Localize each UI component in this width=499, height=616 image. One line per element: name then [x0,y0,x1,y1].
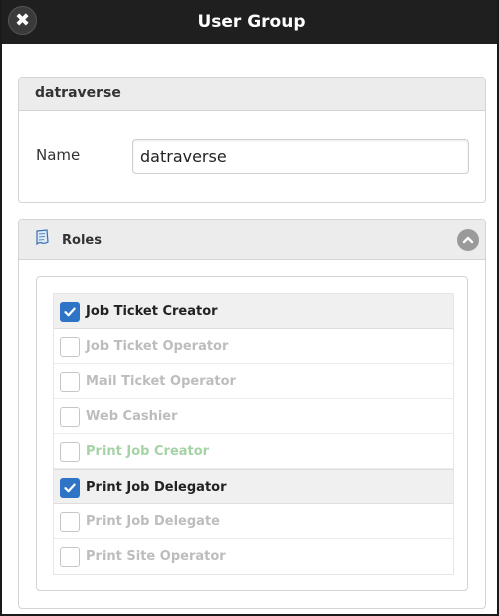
role-row[interactable]: Mail Ticket Operator [54,364,453,399]
role-row[interactable]: Print Job Delegator [54,469,453,504]
group-name-heading: datraverse [35,85,121,101]
collapse-button[interactable] [457,229,479,251]
role-label: Job Ticket Operator [86,339,229,354]
dialog-title: User Group [197,12,306,32]
role-checkbox[interactable] [60,337,80,357]
chevron-up-icon [462,236,474,244]
checkmark-icon [64,483,76,493]
role-checkbox[interactable] [60,442,80,462]
group-panel: datraverse Name [18,77,486,203]
role-label: Print Job Creator [86,444,210,459]
role-label: Web Cashier [86,409,178,424]
role-label: Print Job Delegate [86,514,220,529]
role-row[interactable]: Print Job Creator [54,434,453,469]
role-list: Job Ticket Creator Job Ticket Operator Mai… [53,293,454,575]
roles-container: Job Ticket Creator Job Ticket Operator Mai… [36,276,468,591]
roles-panel-header[interactable]: Roles [19,220,485,260]
role-checkbox[interactable] [60,547,80,567]
role-label: Print Job Delegator [86,480,227,495]
roles-document-icon [36,229,49,246]
roles-panel: Roles Job Ticket Creator Job Ticket Opera… [18,219,486,609]
role-checkbox[interactable] [60,512,80,532]
roles-title: Roles [62,233,102,248]
role-checkbox[interactable] [60,302,80,322]
role-label: Print Site Operator [86,549,226,564]
group-panel-header: datraverse [19,78,485,111]
close-icon: ✖ [14,9,31,31]
role-row[interactable]: Job Ticket Creator [54,294,453,329]
role-row[interactable]: Print Job Delegate [54,504,453,539]
role-checkbox[interactable] [60,372,80,392]
role-checkbox[interactable] [60,478,80,498]
close-button[interactable]: ✖ [8,6,37,35]
role-row[interactable]: Web Cashier [54,399,453,434]
name-input[interactable] [132,139,469,174]
name-label: Name [36,146,81,164]
role-checkbox[interactable] [60,407,80,427]
role-label: Job Ticket Creator [86,304,218,319]
role-row[interactable]: Job Ticket Operator [54,329,453,364]
user-group-dialog: User Group ✖ datraverse Name Roles Job T… [0,0,499,616]
checkmark-icon [64,307,76,317]
role-label: Mail Ticket Operator [86,374,236,389]
role-row[interactable]: Print Site Operator [54,539,453,574]
title-bar: User Group ✖ [2,0,497,44]
